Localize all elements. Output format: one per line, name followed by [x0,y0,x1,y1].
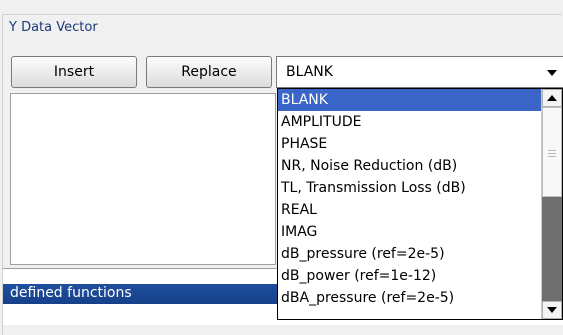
arrow-up-icon [547,95,557,101]
dropdown-option[interactable]: TL, Transmission Loss (dB) [278,177,542,199]
scroll-track-lower[interactable] [542,197,562,301]
grip-line [548,150,556,151]
dropdown-option[interactable]: IMAG [278,221,542,243]
dropdown-option[interactable]: REAL [278,199,542,221]
arrow-down-icon [547,307,557,313]
scroll-thumb[interactable] [542,107,562,197]
dropdown-scrollbar[interactable] [541,89,562,319]
dropdown-option[interactable]: dBA_pressure (ref=2e-5) [278,287,542,309]
chevron-down-icon [547,70,557,76]
scroll-track[interactable] [542,107,562,301]
dropdown-option[interactable]: PHASE [278,133,542,155]
grip-line [548,153,556,154]
grip-line [548,156,556,157]
vector-listbox[interactable] [10,93,276,265]
scroll-up-button[interactable] [542,89,562,107]
dropdown-items: BLANK AMPLITUDE PHASE NR, Noise Reduction (… [278,89,542,309]
combo-dropdown-button[interactable] [541,57,563,87]
insert-button[interactable]: Insert [11,56,137,88]
group-title: Y Data Vector [7,20,100,35]
dropdown-option[interactable]: NR, Noise Reduction (dB) [278,155,542,177]
y-data-combo[interactable]: BLANK [276,56,563,88]
scroll-down-button[interactable] [542,301,562,319]
combo-value: BLANK [286,64,333,80]
dropdown-option[interactable]: BLANK [278,89,542,111]
replace-button[interactable]: Replace [146,56,272,88]
list-item-defined-functions[interactable]: defined functions [3,284,283,304]
list-item-label: defined functions [10,285,132,301]
combo-dropdown-list[interactable]: BLANK AMPLITUDE PHASE NR, Noise Reduction (… [277,88,563,320]
dropdown-option[interactable]: AMPLITUDE [278,111,542,133]
dropdown-option[interactable]: dB_pressure (ref=2e-5) [278,243,542,265]
dropdown-option[interactable]: dB_power (ref=1e-12) [278,265,542,287]
